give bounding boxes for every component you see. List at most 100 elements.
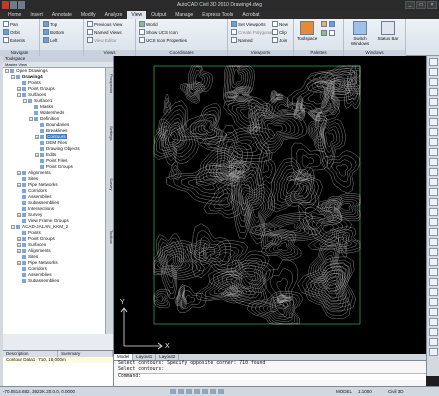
match-icon[interactable] [428, 198, 438, 206]
summary-column-header[interactable]: Summary [58, 351, 113, 357]
maximize-button[interactable]: □ [416, 1, 426, 9]
model-space-button[interactable]: MODEL [336, 387, 352, 396]
zoom-extents-icon[interactable] [428, 108, 438, 116]
ortho-toggle-icon[interactable] [186, 389, 192, 394]
background-icon[interactable] [428, 348, 438, 356]
view-editor-button[interactable]: View Editor [87, 37, 117, 43]
snap-toggle-icon[interactable] [170, 389, 176, 394]
command-line[interactable]: Select contours: Specify opposite corner… [114, 360, 426, 386]
zoom-out-icon[interactable] [428, 148, 438, 156]
annotation-scale[interactable]: 1:1000 [358, 387, 372, 396]
close-button[interactable]: × [427, 1, 437, 9]
expand-toggle-icon[interactable]: + [17, 248, 21, 253]
sun-icon[interactable] [428, 328, 438, 336]
osnap-toggle-icon[interactable] [202, 389, 208, 394]
orbit-button[interactable]: Orbit [3, 29, 20, 35]
expand-toggle-icon[interactable]: - [17, 92, 21, 97]
ribbon-tab-modify[interactable]: Modify [77, 11, 100, 19]
display-icon[interactable] [428, 238, 438, 246]
snap-icon[interactable] [428, 278, 438, 286]
expand-toggle-icon[interactable]: + [17, 182, 21, 187]
create-polygonal-button[interactable]: Create Polygonal [231, 29, 273, 35]
pan-icon[interactable] [428, 68, 438, 76]
expand-toggle-icon[interactable]: + [17, 212, 21, 217]
ribbon-tab-acrobat[interactable]: Acrobat [238, 11, 263, 19]
ribbon-tab-express-tools[interactable]: Express Tools [198, 11, 237, 19]
lineweight-toggle-icon[interactable] [218, 389, 224, 394]
ribbon-tab-analyze[interactable]: Analyze [101, 11, 127, 19]
expand-toggle-icon[interactable]: + [35, 152, 39, 157]
grid-toggle-icon[interactable] [178, 389, 184, 394]
previous-view-button[interactable]: Previous View [87, 21, 122, 27]
named-viewports-button[interactable]: Named [231, 37, 253, 43]
expand-toggle-icon[interactable]: + [17, 86, 21, 91]
vtab-prospector[interactable]: Prospector [106, 74, 114, 93]
regen-icon[interactable] [428, 158, 438, 166]
material-icon[interactable] [428, 318, 438, 326]
extents-button[interactable]: Extents [3, 37, 25, 43]
expand-toggle-icon[interactable]: + [17, 236, 21, 241]
top-view-button[interactable]: Top [43, 21, 57, 27]
expand-toggle-icon[interactable]: - [11, 224, 15, 229]
description-row[interactable]: Contour Data1 710, 18,000m [3, 357, 113, 363]
grid-icon[interactable] [428, 268, 438, 276]
camera-icon[interactable] [428, 288, 438, 296]
vtab-survey[interactable]: Survey [106, 178, 114, 190]
palette-button-2[interactable] [329, 21, 335, 27]
minimize-button[interactable]: _ [405, 1, 415, 9]
zoom-in-icon[interactable] [428, 138, 438, 146]
command-input[interactable]: Command: [118, 373, 426, 380]
steering-wheel-icon[interactable] [428, 58, 438, 66]
light-icon[interactable] [428, 308, 438, 316]
ribbon-tab-home[interactable]: Home [4, 11, 25, 19]
vtab-settings[interactable]: Settings [106, 126, 114, 140]
lock-icon[interactable] [428, 258, 438, 266]
expand-toggle-icon[interactable]: + [35, 134, 39, 139]
polar-toggle-icon[interactable] [194, 389, 200, 394]
orbit-icon[interactable] [428, 88, 438, 96]
ribbon-tab-annotate[interactable]: Annotate [48, 11, 76, 19]
expand-toggle-icon[interactable]: + [17, 170, 21, 175]
show-ucs-icon-button[interactable]: Show UCS Icon [139, 29, 178, 35]
bottom-view-button[interactable]: Bottom [43, 29, 64, 35]
toolspace-button[interactable]: Toolspace [297, 21, 317, 41]
ucs-world-button[interactable]: World [139, 21, 158, 27]
palette-button-4[interactable] [329, 30, 335, 36]
expand-toggle-icon[interactable]: - [5, 68, 9, 73]
render-icon[interactable] [428, 298, 438, 306]
expand-toggle-icon[interactable]: - [11, 74, 15, 79]
left-view-button[interactable]: Left [43, 37, 58, 43]
expand-toggle-icon[interactable]: - [29, 116, 33, 121]
expand-toggle-icon[interactable]: + [17, 242, 21, 247]
palette-button-1[interactable] [321, 21, 327, 27]
tree-item[interactable]: Subassemblies [3, 278, 105, 284]
status-bar-button[interactable]: Status Bar [376, 21, 400, 41]
vtab-toolbox[interactable]: Toolbox [106, 230, 114, 244]
zoom-icon[interactable] [428, 78, 438, 86]
expand-toggle-icon[interactable]: - [23, 98, 27, 103]
zoom-previous-icon[interactable] [428, 128, 438, 136]
layer-icon[interactable] [428, 178, 438, 186]
hide-icon[interactable] [428, 218, 438, 226]
drawing-canvas[interactable]: YX [114, 56, 426, 354]
workspace-switch[interactable]: Civil 3D [388, 387, 404, 396]
ribbon-tab-manage[interactable]: Manage [171, 11, 197, 19]
ribbon-tab-insert[interactable]: Insert [26, 11, 47, 19]
object-viewer-icon[interactable] [428, 188, 438, 196]
ribbon-tab-view[interactable]: View [127, 11, 147, 19]
ribbon-tab-output[interactable]: Output [147, 11, 170, 19]
named-views-button[interactable]: Named Views [87, 29, 122, 35]
annotation-icon[interactable] [428, 248, 438, 256]
pan-button[interactable]: Pan [3, 21, 18, 27]
set-viewports-button[interactable]: Set Viewports [231, 21, 266, 27]
clip-viewport-button[interactable]: Clip [272, 29, 287, 35]
view-cube-icon[interactable] [428, 168, 438, 176]
otrack-toggle-icon[interactable] [210, 389, 216, 394]
fog-icon[interactable] [428, 338, 438, 346]
isolate-icon[interactable] [428, 208, 438, 216]
join-viewport-button[interactable]: Join [272, 37, 287, 43]
showmotion-icon[interactable] [428, 98, 438, 106]
zoom-window-icon[interactable] [428, 118, 438, 126]
expand-toggle-icon[interactable]: + [17, 260, 21, 265]
ucs-icon-properties-button[interactable]: UCS Icon Properties [139, 37, 187, 43]
